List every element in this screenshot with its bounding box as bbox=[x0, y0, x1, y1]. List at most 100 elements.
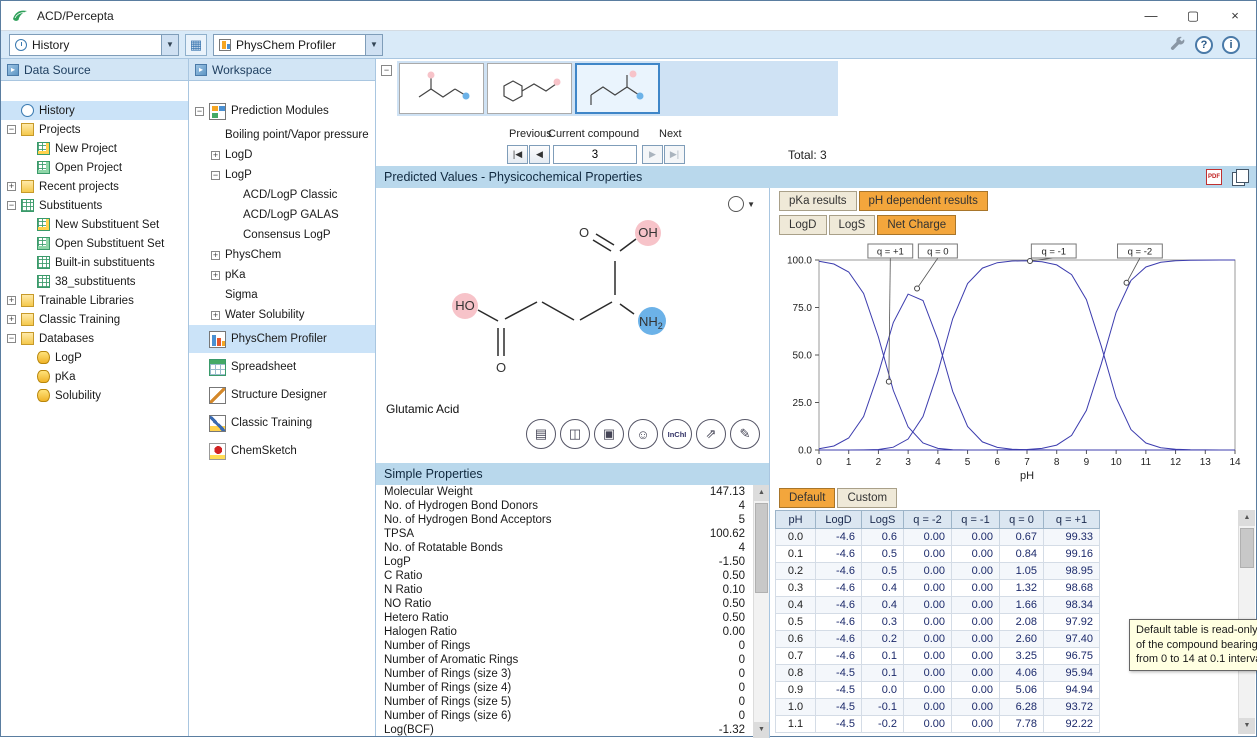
cell-logd[interactable]: -4.5 bbox=[816, 699, 862, 716]
column-header[interactable]: q = -1 bbox=[952, 511, 1000, 529]
property-row[interactable]: Log(BCF) -1.32 bbox=[376, 723, 753, 737]
inchi-icon[interactable]: InChI bbox=[662, 419, 692, 449]
property-row[interactable]: Number of Rings 0 bbox=[376, 639, 753, 653]
cell-q-minus2[interactable]: 0.00 bbox=[904, 716, 952, 733]
cell-q-0[interactable]: 6.28 bbox=[1000, 699, 1044, 716]
expander-icon[interactable] bbox=[195, 107, 204, 116]
cell-q-0[interactable]: 4.06 bbox=[1000, 665, 1044, 682]
cell-logd[interactable]: -4.6 bbox=[816, 597, 862, 614]
cell-q-minus1[interactable]: 0.00 bbox=[952, 580, 1000, 597]
cell-q-0[interactable]: 3.25 bbox=[1000, 648, 1044, 665]
maximize-button[interactable]: ▢ bbox=[1172, 1, 1214, 30]
display-options-dropdown[interactable]: ▼ bbox=[728, 196, 755, 212]
cell-logs[interactable]: 0.5 bbox=[862, 563, 904, 580]
table-row[interactable]: 0.8 -4.5 0.1 0.00 0.00 4.06 95.94 bbox=[776, 665, 1100, 682]
cell-q-plus1[interactable]: 95.94 bbox=[1044, 665, 1100, 682]
expander-icon[interactable] bbox=[7, 334, 16, 343]
cell-q-minus2[interactable]: 0.00 bbox=[904, 631, 952, 648]
magnify-structure-icon[interactable]: ◫ bbox=[560, 419, 590, 449]
cell-logs[interactable]: 0.5 bbox=[862, 546, 904, 563]
cell-ph[interactable]: 0.8 bbox=[776, 665, 816, 682]
cell-q-0[interactable]: 0.67 bbox=[1000, 529, 1044, 546]
cell-logs[interactable]: 0.1 bbox=[862, 648, 904, 665]
expander-icon[interactable] bbox=[7, 125, 16, 134]
cell-q-plus1[interactable]: 97.92 bbox=[1044, 614, 1100, 631]
cell-ph[interactable]: 0.7 bbox=[776, 648, 816, 665]
cell-q-minus2[interactable]: 0.00 bbox=[904, 614, 952, 631]
tree-item[interactable]: 38_substituents bbox=[1, 272, 188, 291]
property-row[interactable]: C Ratio 0.50 bbox=[376, 569, 753, 583]
cell-logs[interactable]: -0.2 bbox=[862, 716, 904, 733]
table-mode-tab[interactable]: Default bbox=[779, 488, 835, 508]
tree-item[interactable]: LogP bbox=[1, 348, 188, 367]
cell-q-0[interactable]: 2.60 bbox=[1000, 631, 1044, 648]
cell-ph[interactable]: 1.0 bbox=[776, 699, 816, 716]
cell-q-minus2[interactable]: 0.00 bbox=[904, 563, 952, 580]
cell-q-minus1[interactable]: 0.00 bbox=[952, 631, 1000, 648]
info-button[interactable]: i bbox=[1222, 36, 1240, 54]
tree-item[interactable]: Open Project bbox=[1, 158, 188, 177]
cell-logd[interactable]: -4.6 bbox=[816, 529, 862, 546]
close-button[interactable]: × bbox=[1214, 1, 1256, 30]
scroll-down-icon[interactable] bbox=[1239, 718, 1255, 734]
tree-item[interactable]: Sigma bbox=[189, 285, 375, 305]
cell-logd[interactable]: -4.6 bbox=[816, 648, 862, 665]
expander-icon[interactable] bbox=[211, 271, 220, 280]
compound-thumbnail-selected[interactable] bbox=[575, 63, 660, 114]
copy-report-icon[interactable] bbox=[1232, 169, 1248, 186]
tree-item[interactable]: Prediction Modules bbox=[189, 97, 375, 125]
table-row[interactable]: 0.5 -4.6 0.3 0.00 0.00 2.08 97.92 bbox=[776, 614, 1100, 631]
cell-q-plus1[interactable]: 96.75 bbox=[1044, 648, 1100, 665]
cell-q-minus2[interactable]: 0.00 bbox=[904, 580, 952, 597]
tree-item[interactable]: PhysChem Profiler bbox=[189, 325, 375, 353]
cell-logd[interactable]: -4.6 bbox=[816, 580, 862, 597]
cell-logs[interactable]: 0.0 bbox=[862, 682, 904, 699]
cell-q-plus1[interactable]: 99.16 bbox=[1044, 546, 1100, 563]
cell-logd[interactable]: -4.5 bbox=[816, 665, 862, 682]
column-header[interactable]: q = 0 bbox=[1000, 511, 1044, 529]
property-row[interactable]: N Ratio 0.10 bbox=[376, 583, 753, 597]
cell-logd[interactable]: -4.5 bbox=[816, 716, 862, 733]
cell-q-0[interactable]: 1.66 bbox=[1000, 597, 1044, 614]
cell-logs[interactable]: -0.1 bbox=[862, 699, 904, 716]
scroll-up-icon[interactable] bbox=[754, 485, 769, 501]
cell-q-minus1[interactable]: 0.00 bbox=[952, 716, 1000, 733]
scrollbar-thumb[interactable] bbox=[1240, 528, 1254, 568]
table-row[interactable]: 0.1 -4.6 0.5 0.00 0.00 0.84 99.16 bbox=[776, 546, 1100, 563]
cell-logs[interactable]: 0.4 bbox=[862, 597, 904, 614]
tree-item[interactable]: Recent projects bbox=[1, 177, 188, 196]
compound-thumbnail[interactable] bbox=[399, 63, 484, 114]
cell-q-minus1[interactable]: 0.00 bbox=[952, 682, 1000, 699]
results-tab[interactable]: pH dependent results bbox=[859, 191, 988, 211]
cell-q-0[interactable]: 7.78 bbox=[1000, 716, 1044, 733]
chevron-down-icon[interactable]: ▼ bbox=[365, 35, 382, 55]
cell-logd[interactable]: -4.6 bbox=[816, 631, 862, 648]
help-button[interactable]: ? bbox=[1195, 36, 1213, 54]
tree-item[interactable]: Classic Training bbox=[189, 409, 375, 437]
scroll-up-icon[interactable] bbox=[1239, 510, 1255, 526]
tree-item[interactable]: PhysChem bbox=[189, 245, 375, 265]
cell-logd[interactable]: -4.6 bbox=[816, 614, 862, 631]
cell-q-minus1[interactable]: 0.00 bbox=[952, 648, 1000, 665]
table-row[interactable]: 0.4 -4.6 0.4 0.00 0.00 1.66 98.34 bbox=[776, 597, 1100, 614]
pdf-export-icon[interactable]: PDF bbox=[1206, 169, 1222, 185]
table-row[interactable]: 0.7 -4.6 0.1 0.00 0.00 3.25 96.75 bbox=[776, 648, 1100, 665]
property-row[interactable]: Molecular Weight 147.13 bbox=[376, 485, 753, 499]
scroll-down-icon[interactable] bbox=[754, 722, 769, 738]
tree-item[interactable]: Trainable Libraries bbox=[1, 291, 188, 310]
history-dropdown[interactable]: History ▼ bbox=[9, 34, 179, 56]
cell-q-minus1[interactable]: 0.00 bbox=[952, 665, 1000, 682]
cell-logs[interactable]: 0.4 bbox=[862, 580, 904, 597]
smiles-icon[interactable]: ☺ bbox=[628, 419, 658, 449]
compound-thumbnail[interactable] bbox=[487, 63, 572, 114]
cell-q-minus1[interactable]: 0.00 bbox=[952, 614, 1000, 631]
result-type-tab[interactable]: LogD bbox=[779, 215, 827, 235]
property-row[interactable]: TPSA 100.62 bbox=[376, 527, 753, 541]
dictionary-icon[interactable]: ▣ bbox=[594, 419, 624, 449]
tree-item[interactable]: pKa bbox=[189, 265, 375, 285]
tree-item[interactable]: ChemSketch bbox=[189, 437, 375, 465]
cell-q-minus2[interactable]: 0.00 bbox=[904, 665, 952, 682]
tree-item[interactable]: New Substituent Set bbox=[1, 215, 188, 234]
cell-q-0[interactable]: 1.05 bbox=[1000, 563, 1044, 580]
expander-icon[interactable] bbox=[7, 201, 16, 210]
